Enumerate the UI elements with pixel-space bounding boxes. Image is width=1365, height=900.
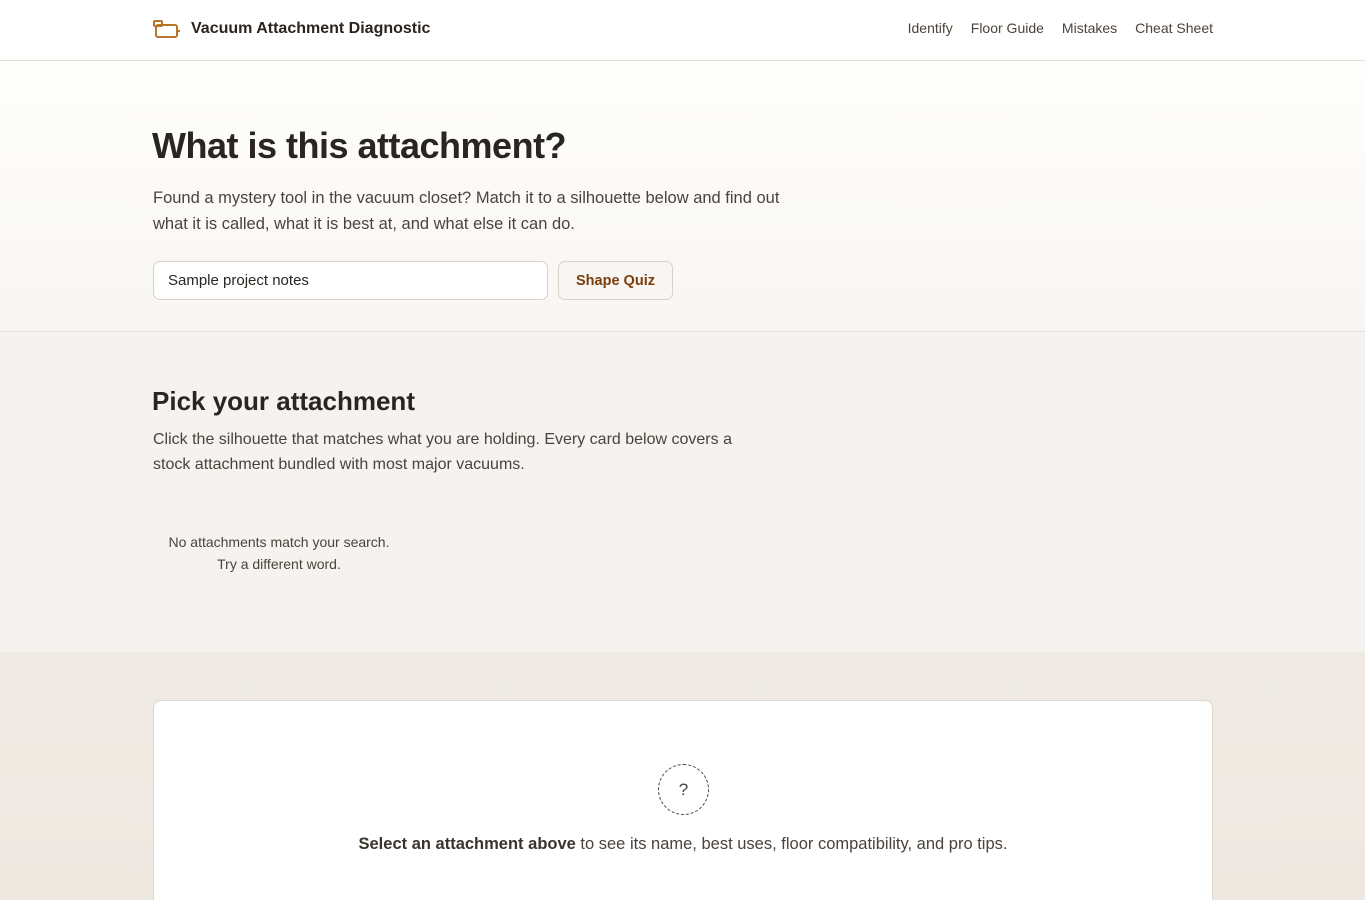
pick-section: Pick your attachment Click the silhouett… (0, 332, 1365, 652)
question-mark-icon: ? (658, 764, 709, 815)
nav-cheat-sheet[interactable]: Cheat Sheet (1135, 20, 1213, 36)
hero-description: Found a mystery tool in the vacuum close… (153, 189, 780, 233)
nav-identify[interactable]: Identify (908, 20, 953, 36)
details-section: ? Select an attachment above to see its … (0, 652, 1365, 900)
select-prompt-rest: to see its name, best uses, floor compat… (575, 835, 1008, 853)
nav-floor-guide[interactable]: Floor Guide (971, 20, 1044, 36)
page-title: What is this attachment? (152, 125, 567, 166)
app-title: Vacuum Attachment Diagnostic (191, 20, 431, 37)
main-nav: Identify Floor Guide Mistakes Cheat Shee… (908, 20, 1213, 36)
select-prompt-bold: Select an attachment above (358, 835, 576, 853)
empty-state: No attachments match your search. Try a … (153, 531, 405, 575)
pick-heading: Pick your attachment (152, 386, 415, 416)
empty-message: No attachments match your search. (168, 534, 390, 550)
brand[interactable]: Vacuum Attachment Diagnostic (153, 18, 430, 40)
vacuum-attachment-icon (153, 20, 180, 38)
empty-hint: Try a different word. (217, 556, 341, 572)
hero-section: What is this attachment? Found a mystery… (0, 61, 1365, 332)
select-prompt: Select an attachment above to see its na… (154, 835, 1212, 854)
top-bar: Vacuum Attachment Diagnostic Identify Fl… (0, 0, 1365, 61)
shape-quiz-button[interactable]: Shape Quiz (558, 261, 673, 300)
search-input[interactable] (153, 261, 548, 300)
details-card: ? Select an attachment above to see its … (153, 700, 1213, 900)
pick-description: Click the silhouette that matches what y… (153, 431, 732, 473)
nav-mistakes[interactable]: Mistakes (1062, 20, 1117, 36)
